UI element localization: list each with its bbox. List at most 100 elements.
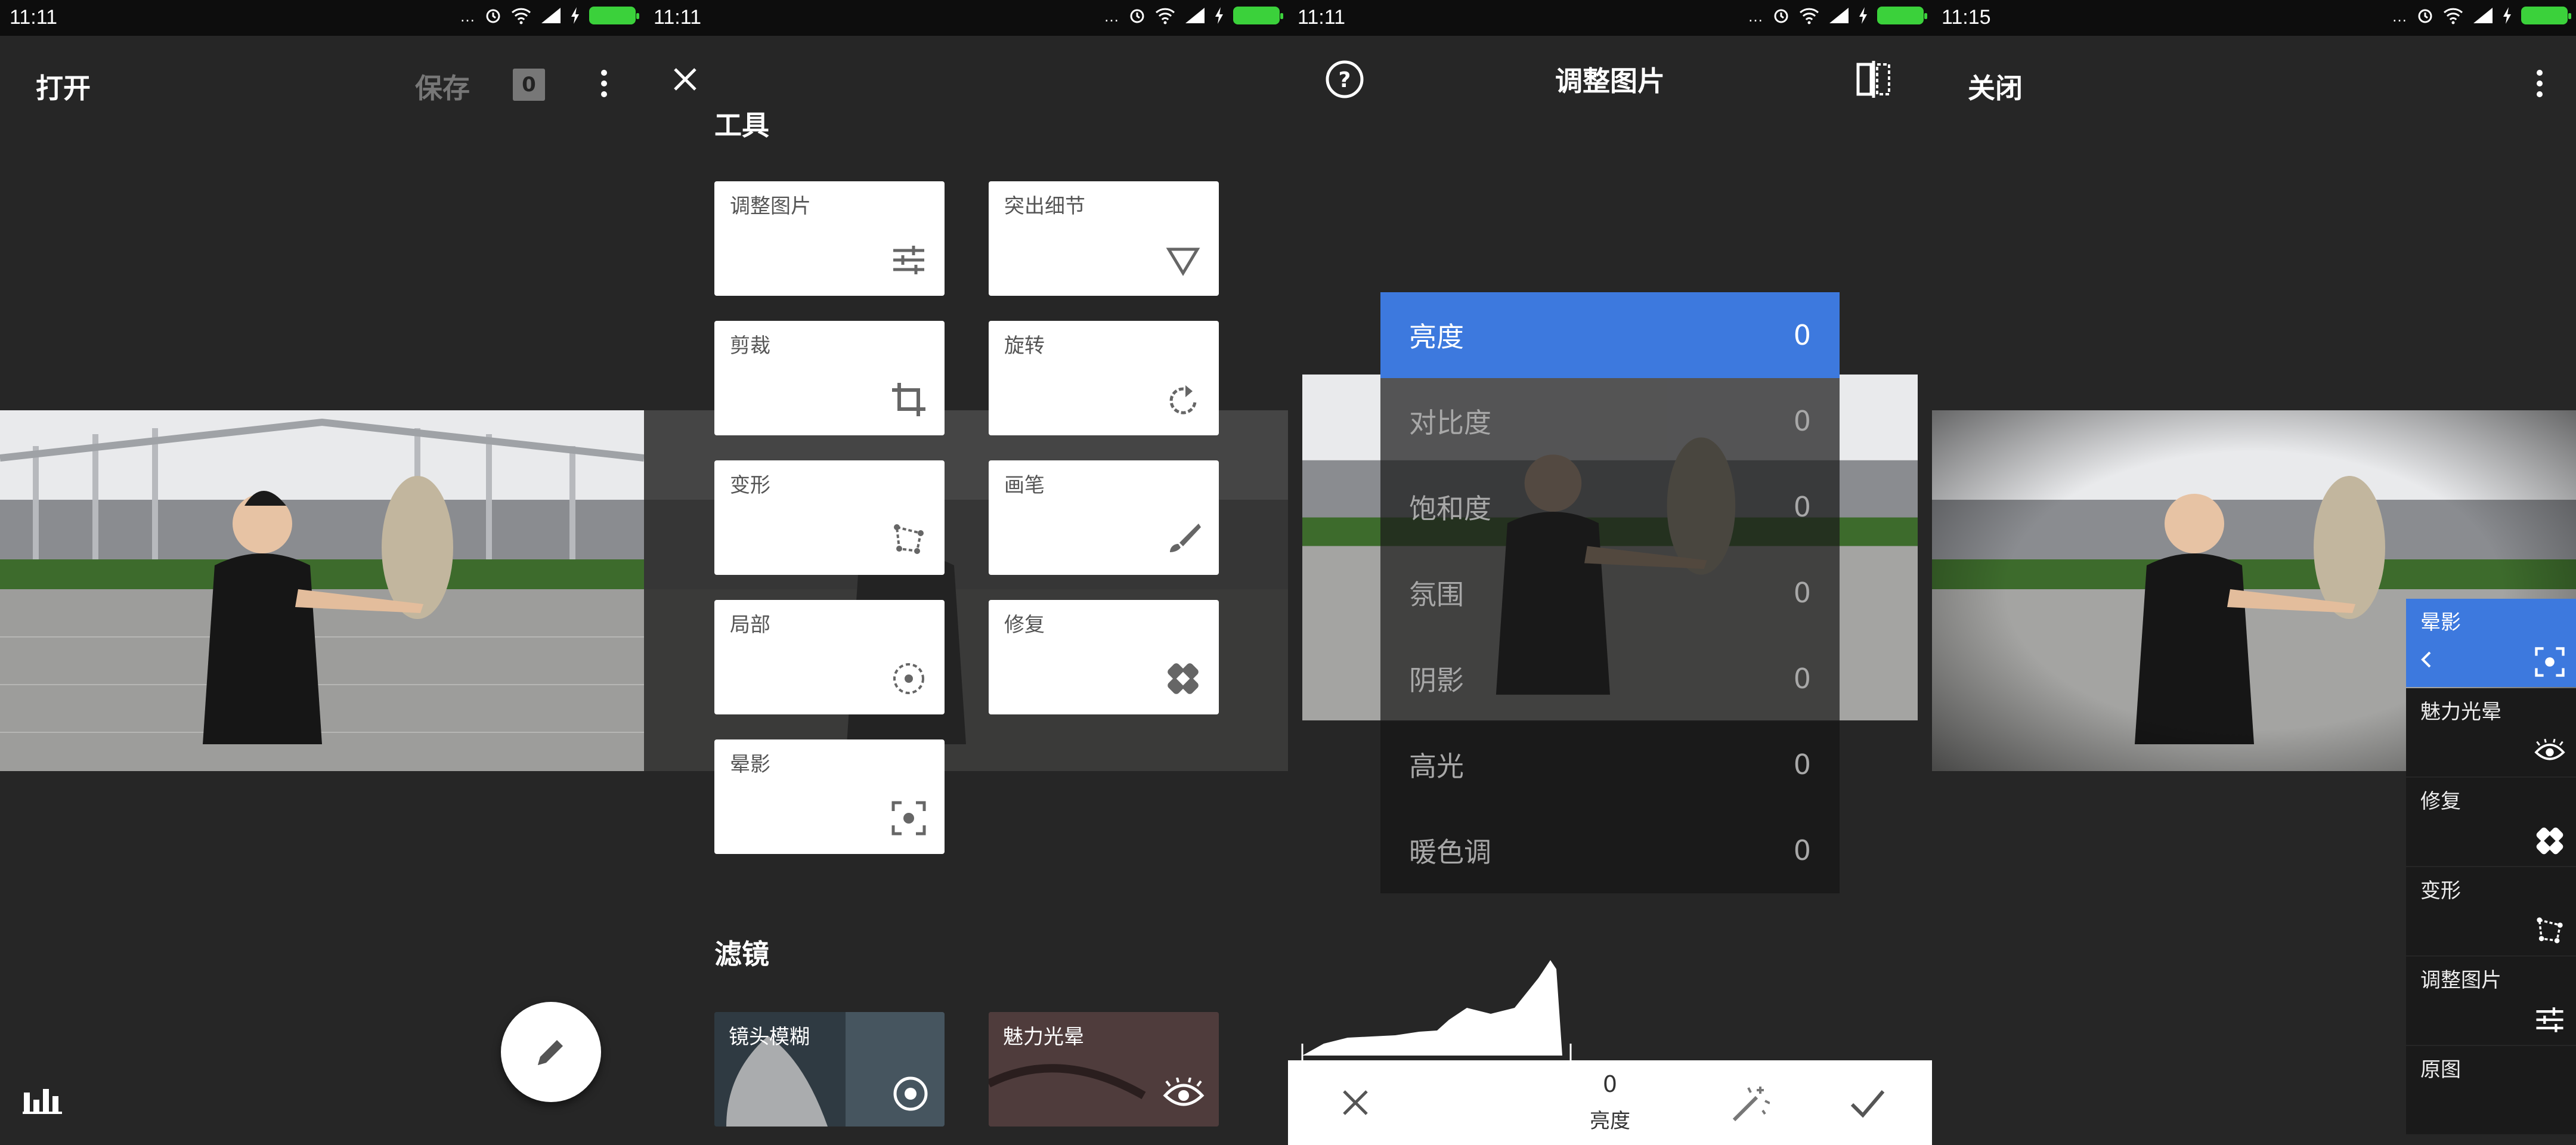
alarm-icon [486, 9, 500, 23]
adjust-row-highlights[interactable]: 高光 0 [1380, 722, 1840, 807]
bandage-icon [1168, 663, 1199, 694]
status-more-icon: … [460, 7, 476, 25]
status-bar: 11:11 … [1288, 0, 1932, 36]
adjust-row-value: 0 [1793, 834, 1811, 867]
eye-icon [1163, 1078, 1205, 1106]
selective-target-icon [893, 663, 924, 694]
wifi-icon [511, 8, 531, 24]
status-icons: … [1748, 5, 1927, 26]
status-time: 11:11 [10, 6, 58, 29]
photo-scene [0, 410, 644, 771]
alarm-icon [1130, 9, 1144, 23]
tool-card-tune-image[interactable]: 调整图片 [714, 181, 945, 296]
edit-photo [0, 410, 644, 771]
adjust-row-value: 0 [1793, 748, 1811, 781]
tool-card-rotate[interactable]: 旋转 [989, 321, 1219, 435]
adjust-row-label: 氛围 [1409, 578, 1464, 611]
app-root: 11:11 … 打开 保存 0 11:11 … 工具 调整图片 突出细节 剪裁 … [0, 0, 2576, 1145]
battery-icon [1877, 6, 1927, 24]
details-triangle-icon [1166, 247, 1200, 276]
history-item-transform[interactable]: 变形 [2406, 867, 2576, 955]
adjust-row-brightness[interactable]: 亮度 0 [1380, 292, 1840, 378]
alarm-icon [2418, 9, 2432, 23]
tool-card-transform[interactable]: 变形 [714, 460, 945, 575]
status-more-icon: … [2392, 7, 2408, 25]
status-bar: 11:11 … [644, 0, 1288, 36]
save-button[interactable]: 保存 [415, 67, 470, 106]
more-options-icon[interactable] [2531, 66, 2549, 101]
tune-sliders-icon [893, 246, 924, 274]
screen-tools: 11:11 … 工具 调整图片 突出细节 剪裁 旋转 变形 画笔 局部 修复 晕… [644, 0, 1288, 1145]
tool-card-label: 局部 [730, 613, 770, 637]
history-item-label: 魅力光晕 [2420, 700, 2501, 724]
filter-card-glamour-glow[interactable]: 魅力光晕 [989, 1012, 1219, 1127]
apply-check-icon[interactable] [1850, 1087, 1885, 1120]
rotate-icon [1169, 385, 1197, 414]
open-button[interactable]: 打开 [36, 67, 91, 106]
tool-card-label: 调整图片 [730, 194, 811, 218]
battery-icon [1233, 6, 1283, 24]
save-count-badge: 0 [513, 69, 545, 101]
tool-card-label: 修复 [1004, 613, 1045, 637]
brightness-value: 0 [1602, 1071, 1618, 1097]
adjust-row-shadows[interactable]: 阴影 0 [1380, 636, 1840, 722]
eye-icon [2534, 738, 2565, 760]
tune-sliders-icon [2536, 1007, 2563, 1032]
battery-icon [2521, 6, 2571, 24]
charging-icon [571, 7, 579, 24]
status-time: 11:11 [654, 6, 702, 29]
adjust-row-saturation[interactable]: 饱和度 0 [1380, 464, 1840, 550]
screen-main: 11:11 … 打开 保存 0 [0, 0, 644, 1145]
signal-icon [1185, 7, 1205, 23]
transform-icon [2537, 917, 2563, 943]
tools-section-title: 工具 [714, 109, 769, 141]
chevron-left-icon[interactable] [2419, 650, 2433, 669]
adjust-row-label: 饱和度 [1409, 493, 1491, 525]
edit-fab[interactable] [501, 1002, 601, 1102]
history-item-tune-image[interactable]: 调整图片 [2406, 957, 2576, 1045]
charging-icon [2503, 7, 2511, 24]
lens-blur-icon [893, 1076, 928, 1111]
vignette-icon [891, 801, 926, 835]
close-button[interactable]: 关闭 [1968, 67, 2023, 106]
histogram-icon[interactable] [23, 1084, 62, 1114]
adjust-row-label: 暖色调 [1409, 836, 1491, 868]
status-bar: 11:11 … [0, 0, 644, 36]
wifi-icon [1799, 8, 1819, 24]
crop-icon [892, 383, 925, 416]
adjust-row-contrast[interactable]: 对比度 0 [1380, 378, 1840, 464]
history-item-glamour-glow[interactable]: 魅力光晕 [2406, 688, 2576, 776]
tool-card-vignette[interactable]: 晕影 [714, 739, 945, 854]
auto-magic-icon[interactable] [1730, 1084, 1770, 1124]
adjust-row-warmth[interactable]: 暖色调 0 [1380, 807, 1840, 893]
more-options-icon[interactable] [595, 66, 613, 101]
filter-card-label: 魅力光晕 [1003, 1025, 1084, 1049]
history-item-label: 调整图片 [2420, 968, 2501, 992]
adjust-row-value: 0 [1793, 663, 1811, 695]
history-item-label: 晕影 [2420, 611, 2461, 635]
tool-card-details[interactable]: 突出细节 [989, 181, 1219, 296]
compare-icon[interactable] [1856, 60, 1891, 99]
tool-card-label: 突出细节 [1004, 194, 1085, 218]
history-item-vignette[interactable]: 晕影 [2406, 599, 2576, 687]
tool-card-selective[interactable]: 局部 [714, 600, 945, 714]
tool-card-label: 画笔 [1004, 474, 1045, 497]
adjust-row-label: 阴影 [1409, 664, 1464, 697]
history-item-healing[interactable]: 修复 [2406, 778, 2576, 866]
tool-card-label: 旋转 [1004, 334, 1045, 358]
screen-history: 11:15 … 关闭 晕影 魅力光晕 修复 变形 调整图片 原图 [1932, 0, 2576, 1145]
tool-card-crop[interactable]: 剪裁 [714, 321, 945, 435]
close-icon[interactable] [670, 64, 700, 94]
history-item-original[interactable]: 原图 [2406, 1046, 2576, 1134]
filter-card-lens-blur[interactable]: 镜头模糊 [714, 1012, 945, 1127]
tool-card-label: 变形 [730, 474, 770, 497]
adjust-row-ambiance[interactable]: 氛围 0 [1380, 550, 1840, 636]
history-item-label: 变形 [2420, 879, 2461, 903]
status-time: 11:15 [1942, 6, 1991, 29]
history-item-label: 修复 [2420, 790, 2461, 813]
tool-card-label: 晕影 [730, 753, 770, 776]
status-time: 11:11 [1298, 6, 1346, 29]
tool-card-brush[interactable]: 画笔 [989, 460, 1219, 575]
pencil-icon [538, 1040, 563, 1065]
tool-card-healing[interactable]: 修复 [989, 600, 1219, 714]
